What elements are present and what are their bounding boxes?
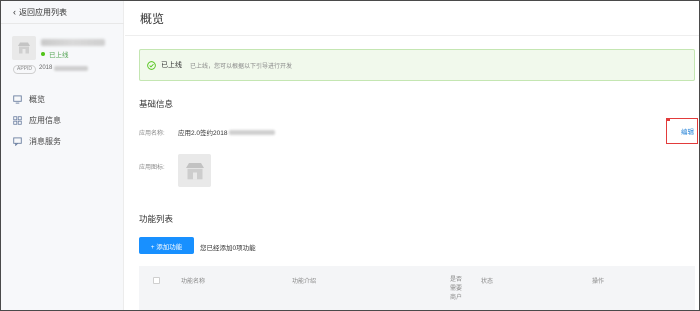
check-circle-icon <box>147 60 156 70</box>
sidebar-item-label: 消息服务 <box>29 137 61 146</box>
app-name-value: 应用2.0签约2018 <box>178 127 275 137</box>
sidebar-nav: 概览 应用信息 消息服务 <box>13 89 118 152</box>
added-count-text: 您已经添加0项功能 <box>200 245 256 252</box>
store-icon <box>185 162 204 179</box>
appid-tag: APPID <box>13 65 37 74</box>
app-name-redacted-suffix <box>228 129 275 135</box>
column-header-intro: 功能介绍 <box>292 279 317 285</box>
select-all-checkbox[interactable] <box>153 277 160 284</box>
feature-table-header: 功能名称 功能介绍 是否需要商户 状态 操作 <box>139 266 695 310</box>
page-title: 概览 <box>140 12 165 26</box>
title-divider <box>125 35 699 36</box>
status-dot <box>41 52 45 56</box>
grid-icon <box>13 116 22 125</box>
sidebar-item-overview[interactable]: 概览 <box>13 89 118 110</box>
message-icon <box>13 137 22 146</box>
alert-title: 已上线 <box>161 62 182 69</box>
sidebar-item-message-service[interactable]: 消息服务 <box>13 131 118 152</box>
app-thumbnail <box>12 36 36 60</box>
app-id-prefix: 2018 <box>39 65 53 71</box>
sidebar-item-app-info[interactable]: 应用信息 <box>13 110 118 131</box>
app-id: 2018 <box>39 65 89 71</box>
highlight-marker <box>667 118 670 121</box>
status-alert: 已上线 已上线，您可以根据以下引导进行开发 <box>139 49 695 81</box>
store-icon <box>18 42 30 54</box>
edit-link[interactable]: 编辑 <box>681 126 694 136</box>
column-header-status: 状态 <box>481 279 494 285</box>
app-status: 已上线 <box>41 49 69 59</box>
app-icon-image <box>178 154 211 187</box>
app-status-label: 已上线 <box>49 52 69 59</box>
add-feature-button[interactable]: + 添加功能 <box>139 237 194 254</box>
app-name-text: 应用2.0签约2018 <box>178 130 228 137</box>
sidebar: ‹ 返回应用列表 已上线 APPID 2018 概览 应用信息 消息服务 <box>1 1 124 310</box>
back-to-app-list-link[interactable]: ‹ 返回应用列表 <box>13 7 67 18</box>
back-link-label: 返回应用列表 <box>19 8 67 17</box>
sidebar-item-label: 概览 <box>29 95 45 104</box>
main-content: 概览 已上线 已上线，您可以根据以下引导进行开发 基础信息 应用名称: 应用2.… <box>125 1 699 310</box>
monitor-icon <box>13 95 22 104</box>
column-header-name: 功能名称 <box>181 279 206 285</box>
column-header-actions: 操作 <box>592 279 605 285</box>
sidebar-divider <box>1 23 124 24</box>
alert-description: 已上线，您可以根据以下引导进行开发 <box>190 63 293 70</box>
column-header-merchant-required: 是否需要商户 <box>450 277 463 301</box>
chevron-left-icon: ‹ <box>13 7 16 17</box>
feature-list-heading: 功能列表 <box>139 214 174 224</box>
app-card: 已上线 APPID 2018 <box>12 36 122 76</box>
basic-info-heading: 基础信息 <box>139 99 174 109</box>
app-name-label: 应用名称: <box>139 131 165 137</box>
app-name-redacted <box>41 39 105 46</box>
app-icon-label: 应用图标: <box>139 165 165 171</box>
app-id-redacted <box>54 65 89 71</box>
sidebar-item-label: 应用信息 <box>29 116 61 125</box>
